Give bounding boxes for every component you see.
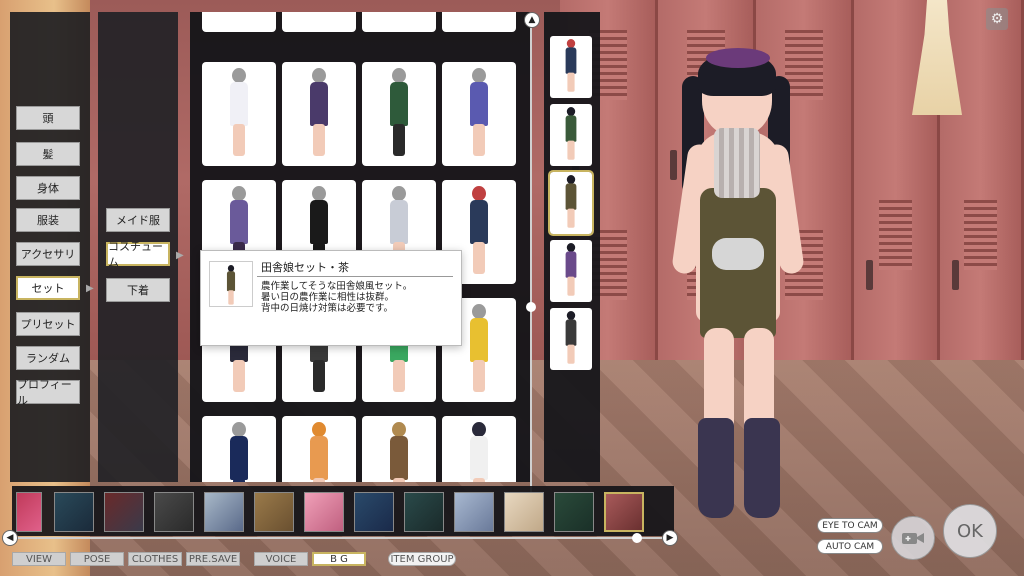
outfit-thumbnail[interactable] <box>282 12 356 32</box>
menu-profile-button[interactable]: プロフィール <box>16 378 80 407</box>
auto-cam-button[interactable]: AUTO CAM <box>817 539 883 554</box>
character-model[interactable] <box>668 48 808 524</box>
bg-thumbnail[interactable] <box>404 492 444 532</box>
recent-outfit-thumbnail[interactable] <box>550 308 592 370</box>
outfit-thumbnail[interactable] <box>362 416 436 482</box>
menu-hair-button[interactable]: 髪 <box>16 142 80 166</box>
recent-outfit-thumbnail[interactable] <box>550 104 592 166</box>
ok-button[interactable]: OK <box>943 504 997 558</box>
outfit-thumbnail[interactable] <box>362 62 436 166</box>
menu-body-button[interactable]: 身体 <box>16 176 80 200</box>
scroll-up-icon[interactable]: ▲ <box>524 12 540 28</box>
bg-thumbnail[interactable] <box>204 492 244 532</box>
outfit-thumbnail[interactable] <box>202 62 276 166</box>
grid-scroll-thumb[interactable] <box>526 302 536 312</box>
eye-to-cam-button[interactable]: EYE TO CAM <box>817 518 883 533</box>
sub-costume-button[interactable]: コスチューム <box>106 240 170 269</box>
outfit-thumbnail[interactable] <box>362 12 436 32</box>
menu-accessory-button[interactable]: アクセサリ <box>16 242 80 266</box>
scroll-right-icon[interactable]: ▶ <box>662 530 678 546</box>
bg-thumbnail[interactable] <box>304 492 344 532</box>
bg-thumbnail[interactable] <box>254 492 294 532</box>
sub-underwear-button[interactable]: 下着 <box>106 278 170 302</box>
bg-scrollbar[interactable] <box>18 537 668 539</box>
sub-maid-button[interactable]: メイド服 <box>106 208 170 232</box>
bg-thumbnail[interactable] <box>154 492 194 532</box>
video-camera-button[interactable] <box>891 516 935 560</box>
recent-outfit-thumbnail[interactable] <box>548 170 594 236</box>
menu-head-button[interactable]: 頭 <box>16 106 80 130</box>
tab-clothes[interactable]: CLOTHES <box>128 552 182 566</box>
bg-thumbnail[interactable] <box>454 492 494 532</box>
video-camera-icon <box>902 533 924 544</box>
tab-pose[interactable]: POSE <box>70 552 124 566</box>
tooltip-description: 農作業してそうな田舎娘風セット。 暑い日の農作業に相性は抜群。 背中の日焼け対策… <box>261 281 413 314</box>
outfit-thumbnail[interactable] <box>442 62 516 166</box>
tooltip-title: 田舎娘セット・茶 <box>261 261 349 274</box>
bg-thumbnail[interactable] <box>554 492 594 532</box>
bg-thumbnail[interactable] <box>54 492 94 532</box>
tab-item-group[interactable]: ITEM GROUP <box>388 552 456 566</box>
tab-voice[interactable]: VOICE <box>254 552 308 566</box>
outfit-thumbnail[interactable] <box>282 62 356 166</box>
outfit-thumbnail[interactable] <box>442 416 516 482</box>
chevron-right-icon: ▶ <box>86 283 94 294</box>
outfit-grid <box>190 12 530 482</box>
bg-thumbnail[interactable] <box>104 492 144 532</box>
bg-scroll-thumb[interactable] <box>632 533 642 543</box>
outfit-tooltip: 田舎娘セット・茶 農作業してそうな田舎娘風セット。 暑い日の農作業に相性は抜群。… <box>200 250 462 346</box>
recent-outfit-thumbnail[interactable] <box>550 240 592 302</box>
menu-set-button[interactable]: セット <box>16 276 80 300</box>
gear-icon[interactable]: ⚙ <box>986 8 1008 30</box>
outfit-thumbnail[interactable] <box>442 12 516 32</box>
scroll-left-icon[interactable]: ◀ <box>2 530 18 546</box>
recent-outfit-thumbnail[interactable] <box>550 36 592 98</box>
menu-clothes-button[interactable]: 服装 <box>16 208 80 232</box>
tab-view[interactable]: VIEW <box>12 552 66 566</box>
outfit-thumbnail[interactable] <box>282 416 356 482</box>
tooltip-outfit-thumbnail <box>209 261 253 307</box>
outfit-thumbnail[interactable] <box>202 416 276 482</box>
bg-thumbnail-selected[interactable] <box>604 492 644 532</box>
bg-thumbnail[interactable] <box>16 492 42 532</box>
menu-random-button[interactable]: ランダム <box>16 346 80 370</box>
tooltip-divider <box>257 276 453 277</box>
outfit-thumbnail[interactable] <box>202 12 276 32</box>
bg-thumbnail[interactable] <box>354 492 394 532</box>
menu-preset-button[interactable]: プリセット <box>16 312 80 336</box>
bg-thumbnail[interactable] <box>504 492 544 532</box>
grid-scrollbar[interactable] <box>530 28 532 526</box>
tab-bg[interactable]: B G <box>312 552 366 566</box>
tab-pre-save[interactable]: PRE.SAVE <box>186 552 240 566</box>
chevron-right-icon: ▶ <box>176 250 184 261</box>
